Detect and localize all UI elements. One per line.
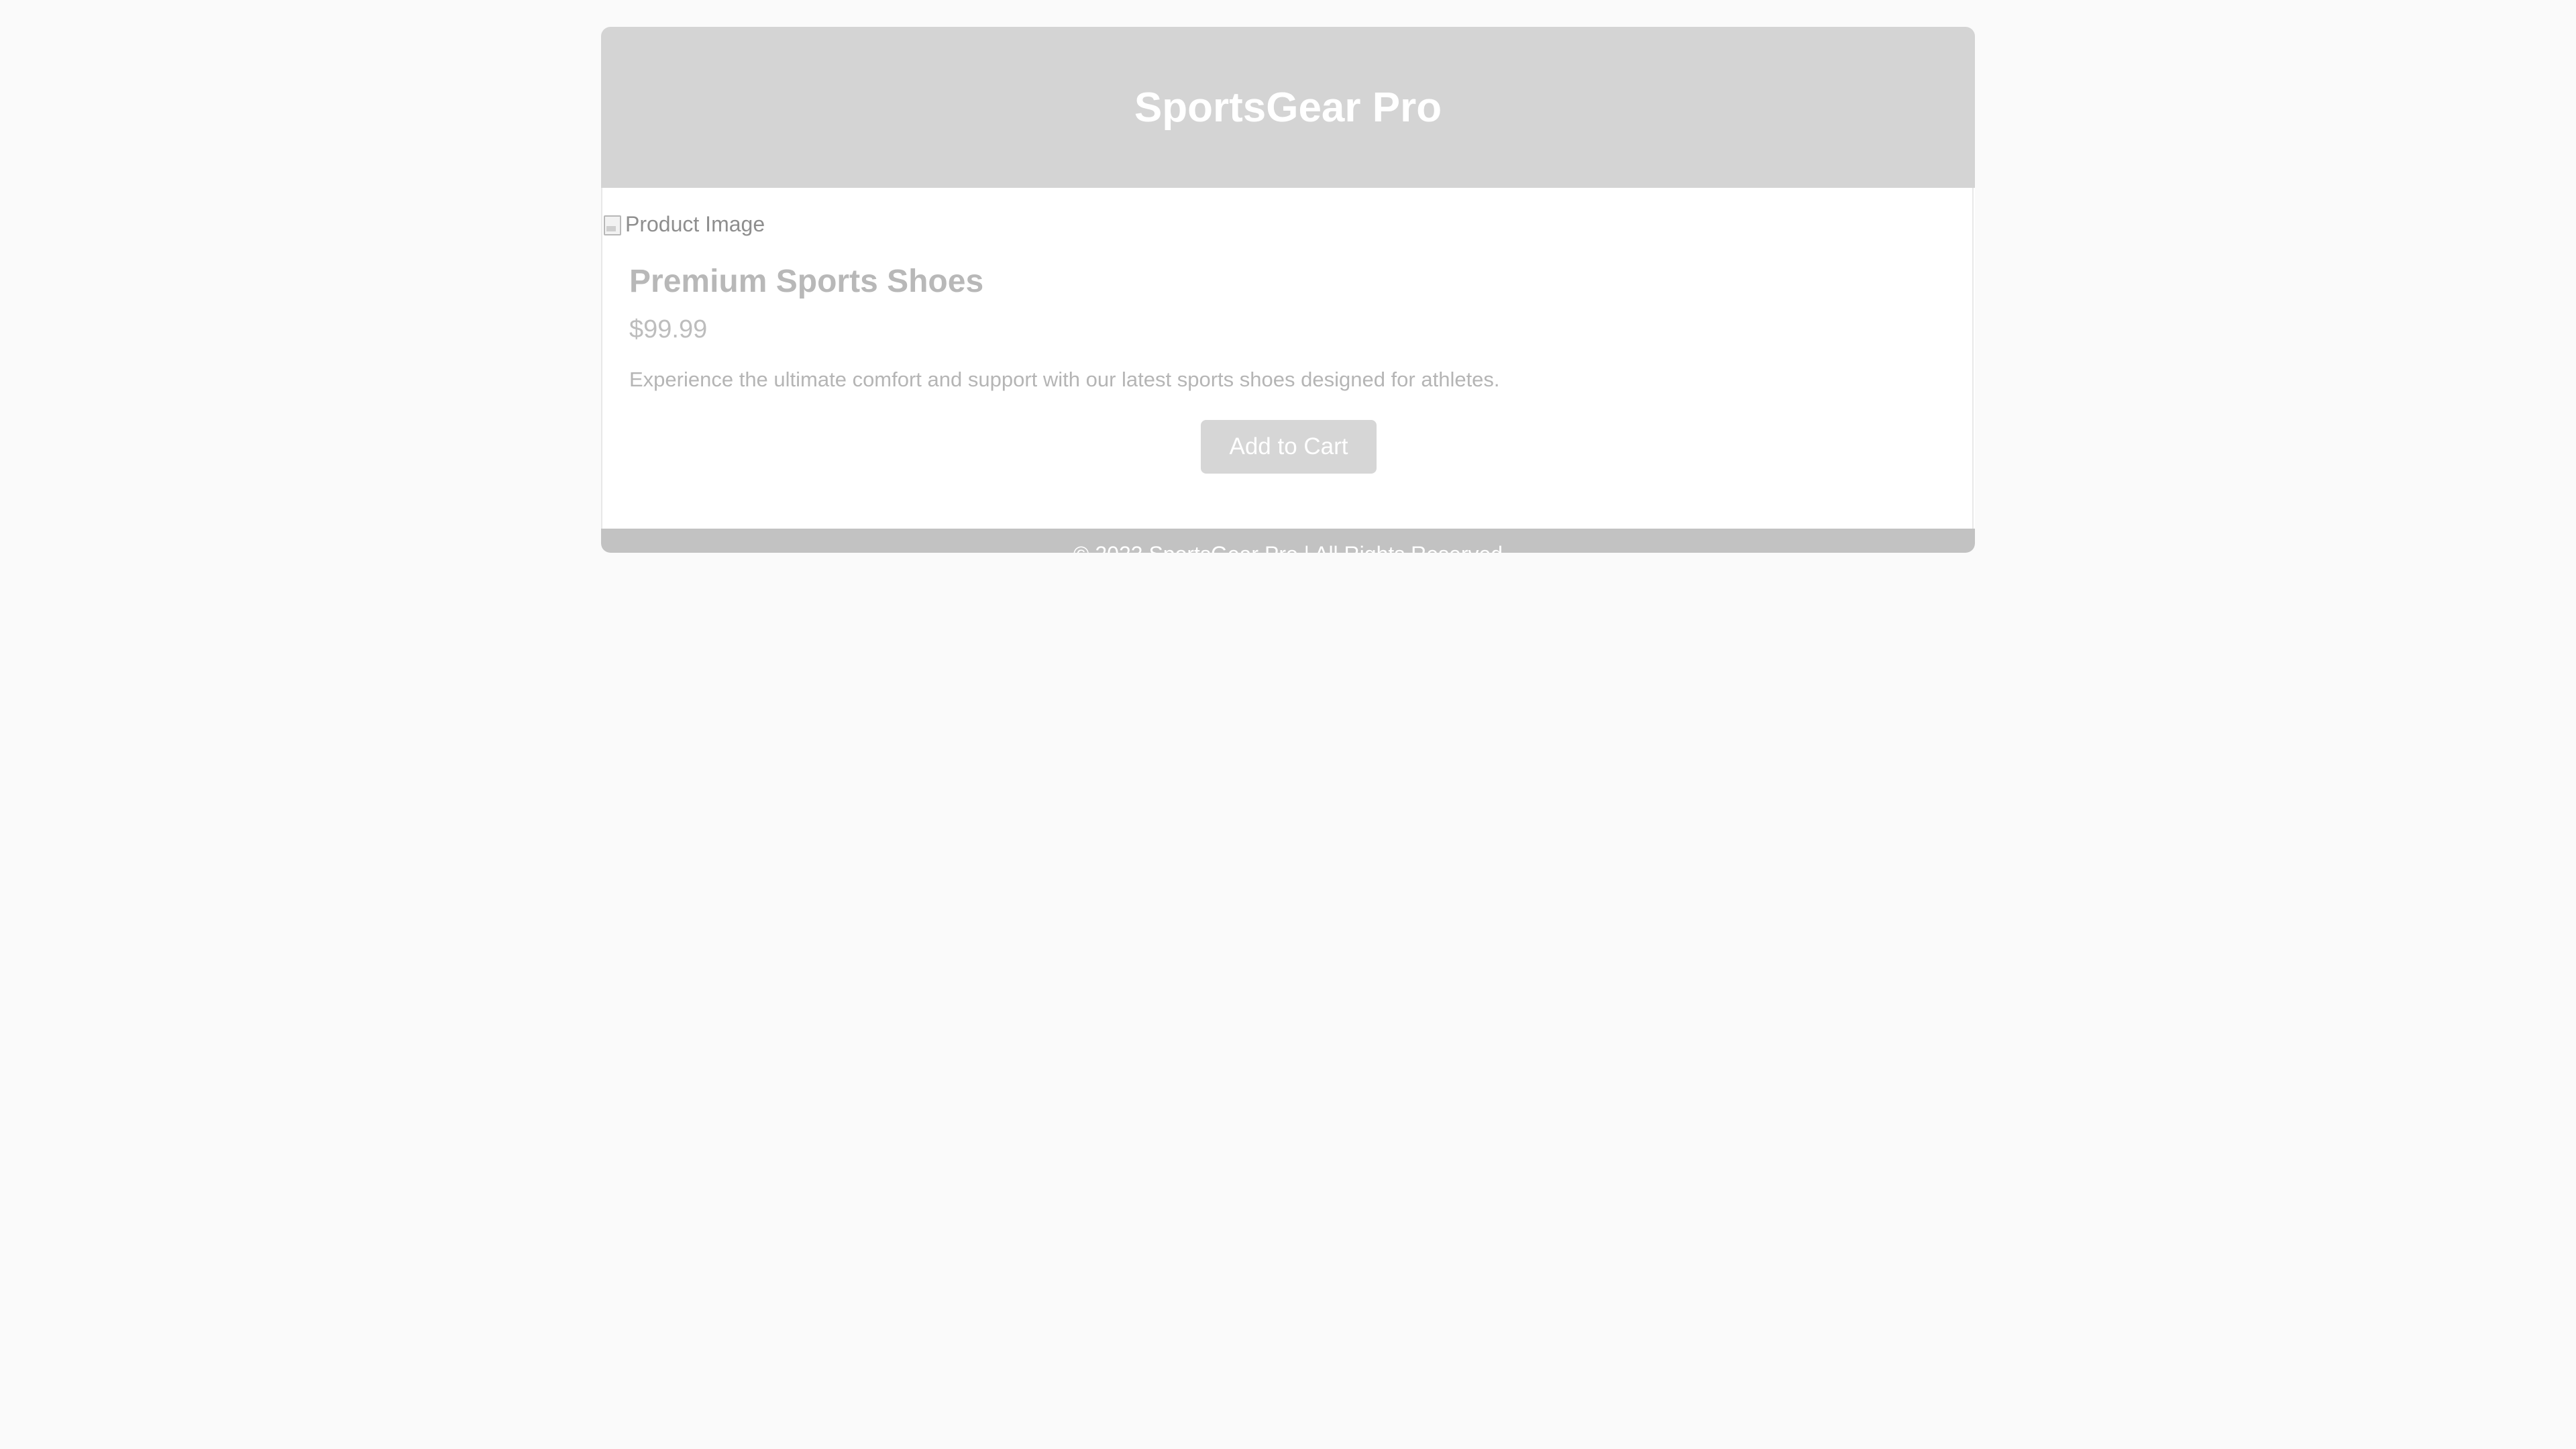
product-card: SportsGear Pro Product Image Premium Spo… bbox=[601, 27, 1975, 553]
product-details: Product Image Premium Sports Shoes $99.9… bbox=[601, 188, 1974, 529]
site-header: SportsGear Pro bbox=[601, 27, 1975, 188]
product-image-alt: Product Image bbox=[625, 212, 765, 236]
footer-copyright: © 2023 SportsGear Pro | All Rights Reser… bbox=[1073, 542, 1503, 553]
product-name: Premium Sports Shoes bbox=[629, 264, 984, 299]
broken-image-icon bbox=[602, 214, 623, 235]
product-price: $99.99 bbox=[629, 315, 708, 343]
product-description: Experience the ultimate comfort and supp… bbox=[629, 368, 1500, 391]
site-footer: © 2023 SportsGear Pro | All Rights Reser… bbox=[601, 529, 1975, 553]
add-to-cart-button[interactable]: Add to Cart bbox=[1201, 420, 1377, 474]
product-image: Product Image bbox=[602, 212, 765, 237]
site-title: SportsGear Pro bbox=[1134, 84, 1442, 131]
